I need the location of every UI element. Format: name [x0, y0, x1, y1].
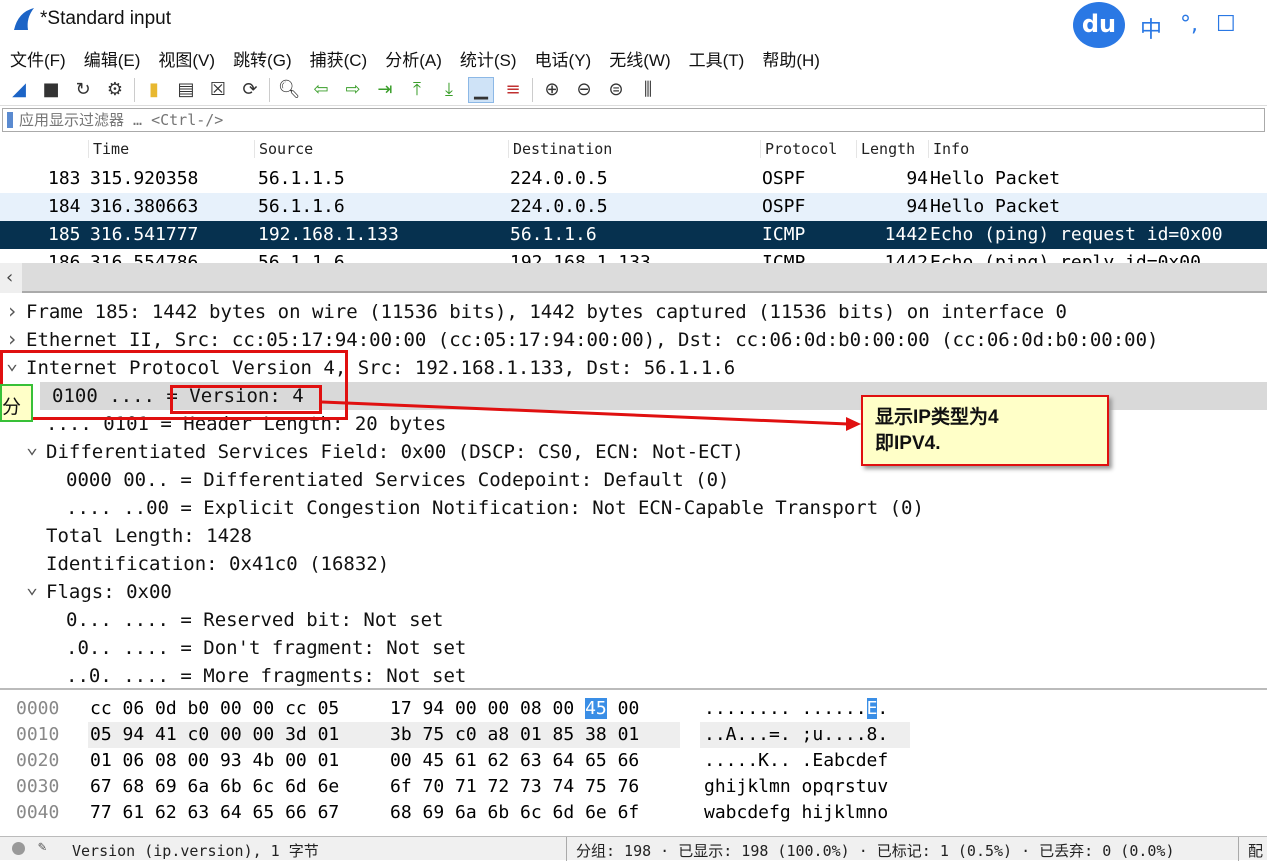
callout-line-1: 显示IP类型为4 — [875, 407, 999, 428]
annotation-callout: 显示IP类型为4 即IPV4. — [861, 395, 1109, 466]
annotation-side-label: 分 — [0, 384, 33, 422]
callout-line-2: 即IPV4. — [875, 433, 941, 454]
